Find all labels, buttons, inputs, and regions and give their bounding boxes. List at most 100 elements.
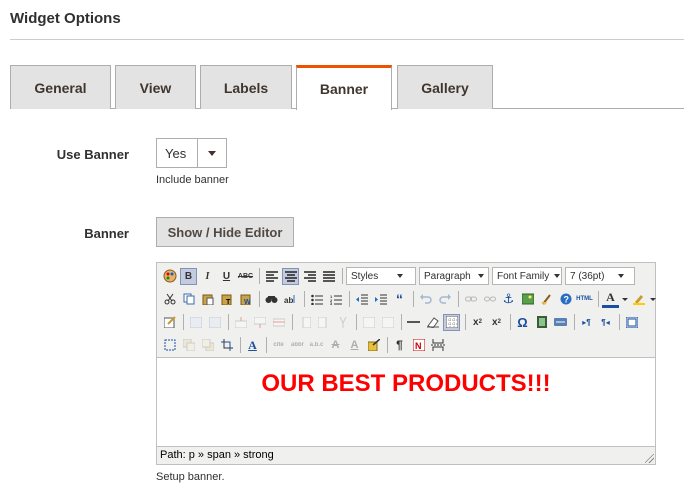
svg-text:ab: ab	[284, 296, 293, 305]
redo-icon[interactable]	[436, 291, 453, 308]
page-break-icon[interactable]	[429, 337, 446, 354]
banner-note: Setup banner.	[156, 471, 225, 483]
styles-dropdown[interactable]: Styles	[346, 267, 416, 285]
outdent-icon[interactable]	[353, 291, 370, 308]
find-icon[interactable]	[263, 291, 280, 308]
del-icon[interactable]: A	[327, 337, 344, 354]
indent-icon[interactable]	[372, 291, 389, 308]
use-banner-select[interactable]: Yes	[156, 138, 227, 168]
styles-props-icon[interactable]: A	[244, 337, 261, 354]
subscript-icon[interactable]: x2	[469, 314, 486, 331]
nonbreaking-icon[interactable]: N	[410, 337, 427, 354]
merge-cells-icon[interactable]	[379, 314, 396, 331]
toolbar-separator	[413, 291, 414, 307]
cite-icon[interactable]: cite	[270, 337, 287, 354]
italic-icon[interactable]: I	[199, 268, 216, 285]
rtl-icon[interactable]: ¶◂	[597, 314, 614, 331]
format-dropdown[interactable]: Paragraph	[419, 267, 489, 285]
superscript-icon[interactable]: x2	[488, 314, 505, 331]
chevron-down-icon[interactable]	[621, 291, 628, 308]
ins-icon[interactable]: A	[346, 337, 363, 354]
svg-text:T: T	[226, 299, 231, 305]
font-family-dropdown[interactable]: Font Family	[492, 267, 562, 285]
strikethrough-icon[interactable]: ABC	[237, 268, 254, 285]
attributes-icon[interactable]	[365, 337, 382, 354]
align-justify-icon[interactable]	[320, 268, 337, 285]
abbr-icon[interactable]: abbr	[289, 337, 306, 354]
image-icon[interactable]	[519, 291, 536, 308]
ltr-icon[interactable]: ▸¶	[578, 314, 595, 331]
fullscreen-icon[interactable]	[623, 314, 640, 331]
toolbar-separator	[356, 314, 357, 330]
special-char-icon[interactable]: Ω	[514, 314, 531, 331]
paste-word-icon[interactable]: W	[237, 291, 254, 308]
banner-label: Banner	[84, 226, 129, 241]
toolbar-separator	[458, 291, 459, 307]
html-code-icon[interactable]: HTML	[576, 291, 593, 308]
link-icon[interactable]	[462, 291, 479, 308]
chevron-down-icon[interactable]	[649, 291, 656, 308]
cut-icon[interactable]	[161, 291, 178, 308]
replace-icon[interactable]: ab	[282, 291, 299, 308]
highlight-color-icon[interactable]	[630, 291, 647, 308]
align-center-icon[interactable]	[282, 267, 299, 285]
text-color-icon[interactable]: A	[602, 290, 619, 308]
toolbar-separator	[465, 314, 466, 330]
cleanup-icon[interactable]	[538, 291, 555, 308]
insert-col-before-icon[interactable]	[296, 314, 313, 331]
delete-row-icon[interactable]	[270, 314, 287, 331]
palette-icon[interactable]	[161, 268, 178, 285]
toolbar-separator	[228, 314, 229, 330]
tab-general[interactable]: General	[10, 65, 111, 109]
visual-aid-icon[interactable]	[443, 313, 460, 331]
wysiwyg-editor: B I U ABC Styles Paragraph Font Family 7…	[156, 262, 656, 465]
paste-text-icon[interactable]: T	[218, 291, 235, 308]
insert-row-after-icon[interactable]	[251, 314, 268, 331]
blockquote-icon[interactable]: “	[391, 291, 408, 308]
undo-icon[interactable]	[417, 291, 434, 308]
tab-view[interactable]: View	[115, 65, 196, 109]
move-forward-icon[interactable]	[180, 337, 197, 354]
acronym-icon[interactable]: a.b.c	[308, 337, 325, 354]
toolbar-separator	[510, 314, 511, 330]
title-divider	[10, 39, 684, 40]
underline-icon[interactable]: U	[218, 268, 235, 285]
table-cell-props-icon[interactable]	[206, 314, 223, 331]
toolbar-separator	[342, 268, 343, 284]
tab-labels[interactable]: Labels	[200, 65, 292, 109]
tab-banner[interactable]: Banner	[296, 65, 392, 110]
insert-row-before-icon[interactable]	[232, 314, 249, 331]
copy-icon[interactable]	[180, 291, 197, 308]
align-left-icon[interactable]	[263, 268, 280, 285]
svg-text:W: W	[244, 299, 251, 305]
edit-form-icon[interactable]	[161, 314, 178, 331]
anchor-icon[interactable]: ⚓	[500, 291, 517, 308]
bold-icon[interactable]: B	[180, 267, 197, 285]
absolute-position-icon[interactable]	[218, 337, 235, 354]
resize-handle-icon[interactable]	[645, 454, 654, 463]
use-banner-value: Yes	[165, 145, 187, 161]
editor-content-area[interactable]: OUR BEST PRODUCTS!!!	[157, 357, 655, 447]
svg-text:N: N	[415, 341, 422, 351]
split-cells-icon[interactable]	[360, 314, 377, 331]
toolbar-separator	[304, 291, 305, 307]
insert-widget-icon[interactable]	[552, 314, 569, 331]
numbered-list-icon[interactable]: 123	[327, 291, 344, 308]
show-blocks-icon[interactable]: ¶	[391, 337, 408, 354]
help-icon[interactable]: ?	[557, 291, 574, 308]
align-right-icon[interactable]	[301, 268, 318, 285]
font-size-dropdown[interactable]: 7 (36pt)	[565, 267, 635, 285]
remove-format-icon[interactable]	[424, 314, 441, 331]
unlink-icon[interactable]	[481, 291, 498, 308]
media-icon[interactable]	[533, 314, 550, 331]
delete-col-icon[interactable]	[334, 314, 351, 331]
paste-icon[interactable]	[199, 291, 216, 308]
move-backward-icon[interactable]	[199, 337, 216, 354]
bullet-list-icon[interactable]	[308, 291, 325, 308]
horizontal-rule-icon[interactable]	[405, 314, 422, 331]
table-row-props-icon[interactable]	[187, 314, 204, 331]
show-hide-editor-button[interactable]: Show / Hide Editor	[156, 217, 294, 247]
insert-layer-icon[interactable]	[161, 337, 178, 354]
tab-gallery[interactable]: Gallery	[397, 65, 493, 109]
insert-col-after-icon[interactable]	[315, 314, 332, 331]
